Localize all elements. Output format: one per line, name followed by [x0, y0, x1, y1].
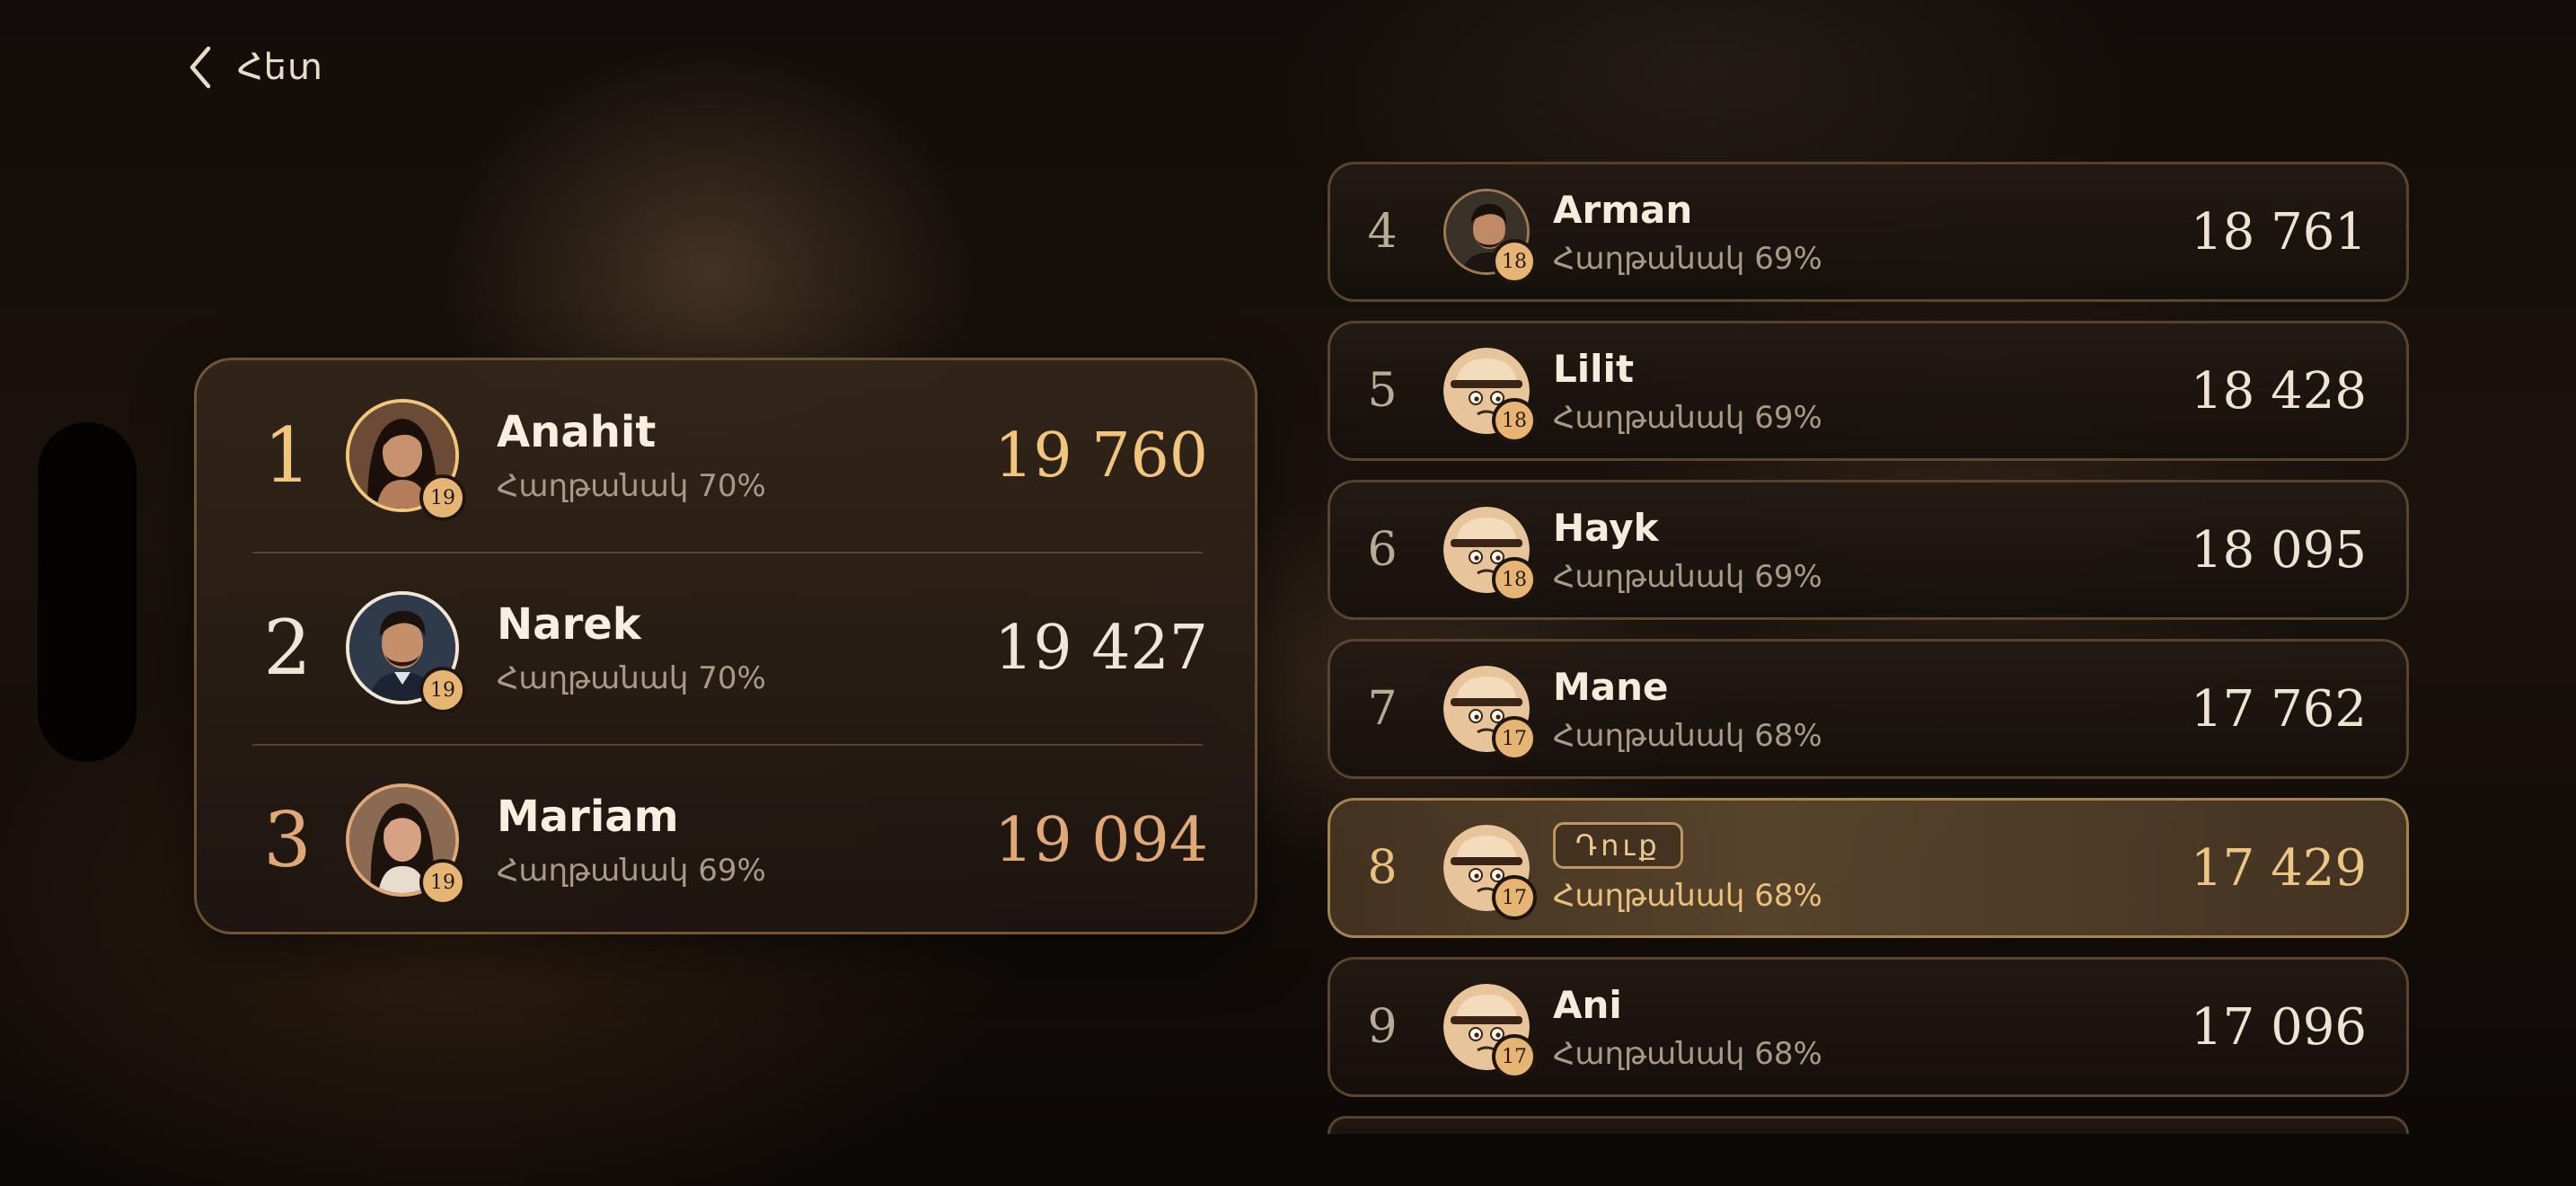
rank-number: 9: [1367, 1000, 1398, 1054]
level-badge: 19: [419, 474, 466, 521]
win-rate: Հաղթանակ 68%: [1553, 878, 1822, 914]
list-item[interactable]: 6 18 Hayk Հաղթանակ 69% 18 095: [1328, 480, 2409, 620]
avatar: 19: [346, 783, 466, 906]
podium-row-3[interactable]: 3 19 Mariam Հաղթանակ 69% 19 094: [197, 745, 1255, 935]
player-name: Arman: [1553, 187, 1693, 232]
player-name: Mariam: [497, 792, 679, 842]
avatar: 18: [1443, 348, 1537, 443]
score: 17 762: [2191, 679, 2367, 739]
score: 19 760: [994, 420, 1208, 491]
avatar: 18: [1443, 189, 1537, 284]
list-item[interactable]: 5 18 Lilit Հաղթանակ 69% 18 428: [1328, 321, 2409, 461]
level-badge: 19: [419, 859, 466, 906]
player-name: Mane: [1553, 664, 1669, 709]
score: 19 094: [994, 804, 1208, 876]
rank-number: 1: [263, 412, 312, 500]
player-name: Anahit: [497, 407, 657, 457]
score: 17 096: [2191, 997, 2367, 1057]
back-button[interactable]: Հետ: [187, 36, 323, 99]
avatar: 19: [346, 399, 466, 521]
you-badge: Դուք: [1553, 822, 1683, 869]
rank-number: 7: [1367, 682, 1398, 736]
rank-number: 3: [263, 796, 312, 884]
podium-row-2[interactable]: 2 19 Narek Հաղթանակ 70% 19 427: [197, 553, 1255, 743]
level-badge: 19: [419, 667, 466, 713]
list-item[interactable]: [1328, 1116, 2409, 1134]
score: 19 427: [994, 612, 1208, 684]
win-rate: Հաղթանակ 69%: [497, 853, 766, 889]
avatar: 18: [1443, 507, 1537, 602]
chevron-left-icon: [190, 46, 211, 89]
score: 18 761: [2191, 202, 2367, 261]
score: 18 095: [2191, 520, 2367, 580]
player-name: Lilit: [1553, 346, 1635, 391]
level-badge: 17: [1492, 875, 1537, 920]
win-rate: Հաղթանակ 68%: [1553, 1035, 1822, 1072]
level-badge: 18: [1492, 239, 1537, 284]
rank-number: 5: [1367, 364, 1398, 418]
rank-number: 4: [1367, 205, 1398, 259]
back-label: Հետ: [237, 47, 323, 88]
list-item[interactable]: 4 18 Arman Հաղթանակ 69% 18 761: [1328, 162, 2409, 302]
avatar: 17: [1443, 984, 1537, 1079]
list-item[interactable]: 7 17 Mane Հաղթանակ 68% 17 762: [1328, 639, 2409, 779]
rank-number: 2: [263, 604, 312, 692]
podium-card: 1 19 Anahit Հաղթանակ 70% 19 760 2 19 Nar…: [194, 358, 1257, 934]
list-item[interactable]: 9 17 Ani Հաղթանակ 68% 17 096: [1328, 957, 2409, 1097]
player-name: Hayk: [1553, 505, 1659, 550]
avatar: 17: [1443, 666, 1537, 761]
avatar: 17: [1443, 825, 1537, 920]
rank-number: 6: [1367, 523, 1398, 577]
win-rate: Հաղթանակ 70%: [497, 468, 766, 504]
player-name: Narek: [497, 599, 641, 650]
win-rate: Հաղթանակ 68%: [1553, 717, 1822, 754]
score: 18 428: [2191, 361, 2367, 420]
level-badge: 18: [1492, 557, 1537, 602]
win-rate: Հաղթանակ 69%: [1553, 240, 1822, 277]
rank-number: 8: [1367, 841, 1398, 895]
player-name: Ani: [1553, 982, 1622, 1027]
list-item-current-user[interactable]: 8 17 Դուք Հաղթանակ 68% 17 429: [1328, 798, 2409, 938]
win-rate: Հաղթանակ 69%: [1553, 558, 1822, 595]
win-rate: Հաղթանակ 69%: [1553, 399, 1822, 436]
level-badge: 18: [1492, 398, 1537, 443]
level-badge: 17: [1492, 1034, 1537, 1079]
leaderboard-list[interactable]: 4 18 Arman Հաղթանակ 69% 18 761 5 18 Lili…: [1328, 162, 2409, 1134]
side-handle[interactable]: [38, 422, 137, 762]
podium-row-1[interactable]: 1 19 Anahit Հաղթանակ 70% 19 760: [197, 360, 1255, 551]
win-rate: Հաղթանակ 70%: [497, 660, 766, 696]
score: 17 429: [2191, 838, 2367, 898]
avatar: 19: [346, 591, 466, 713]
level-badge: 17: [1492, 716, 1537, 761]
